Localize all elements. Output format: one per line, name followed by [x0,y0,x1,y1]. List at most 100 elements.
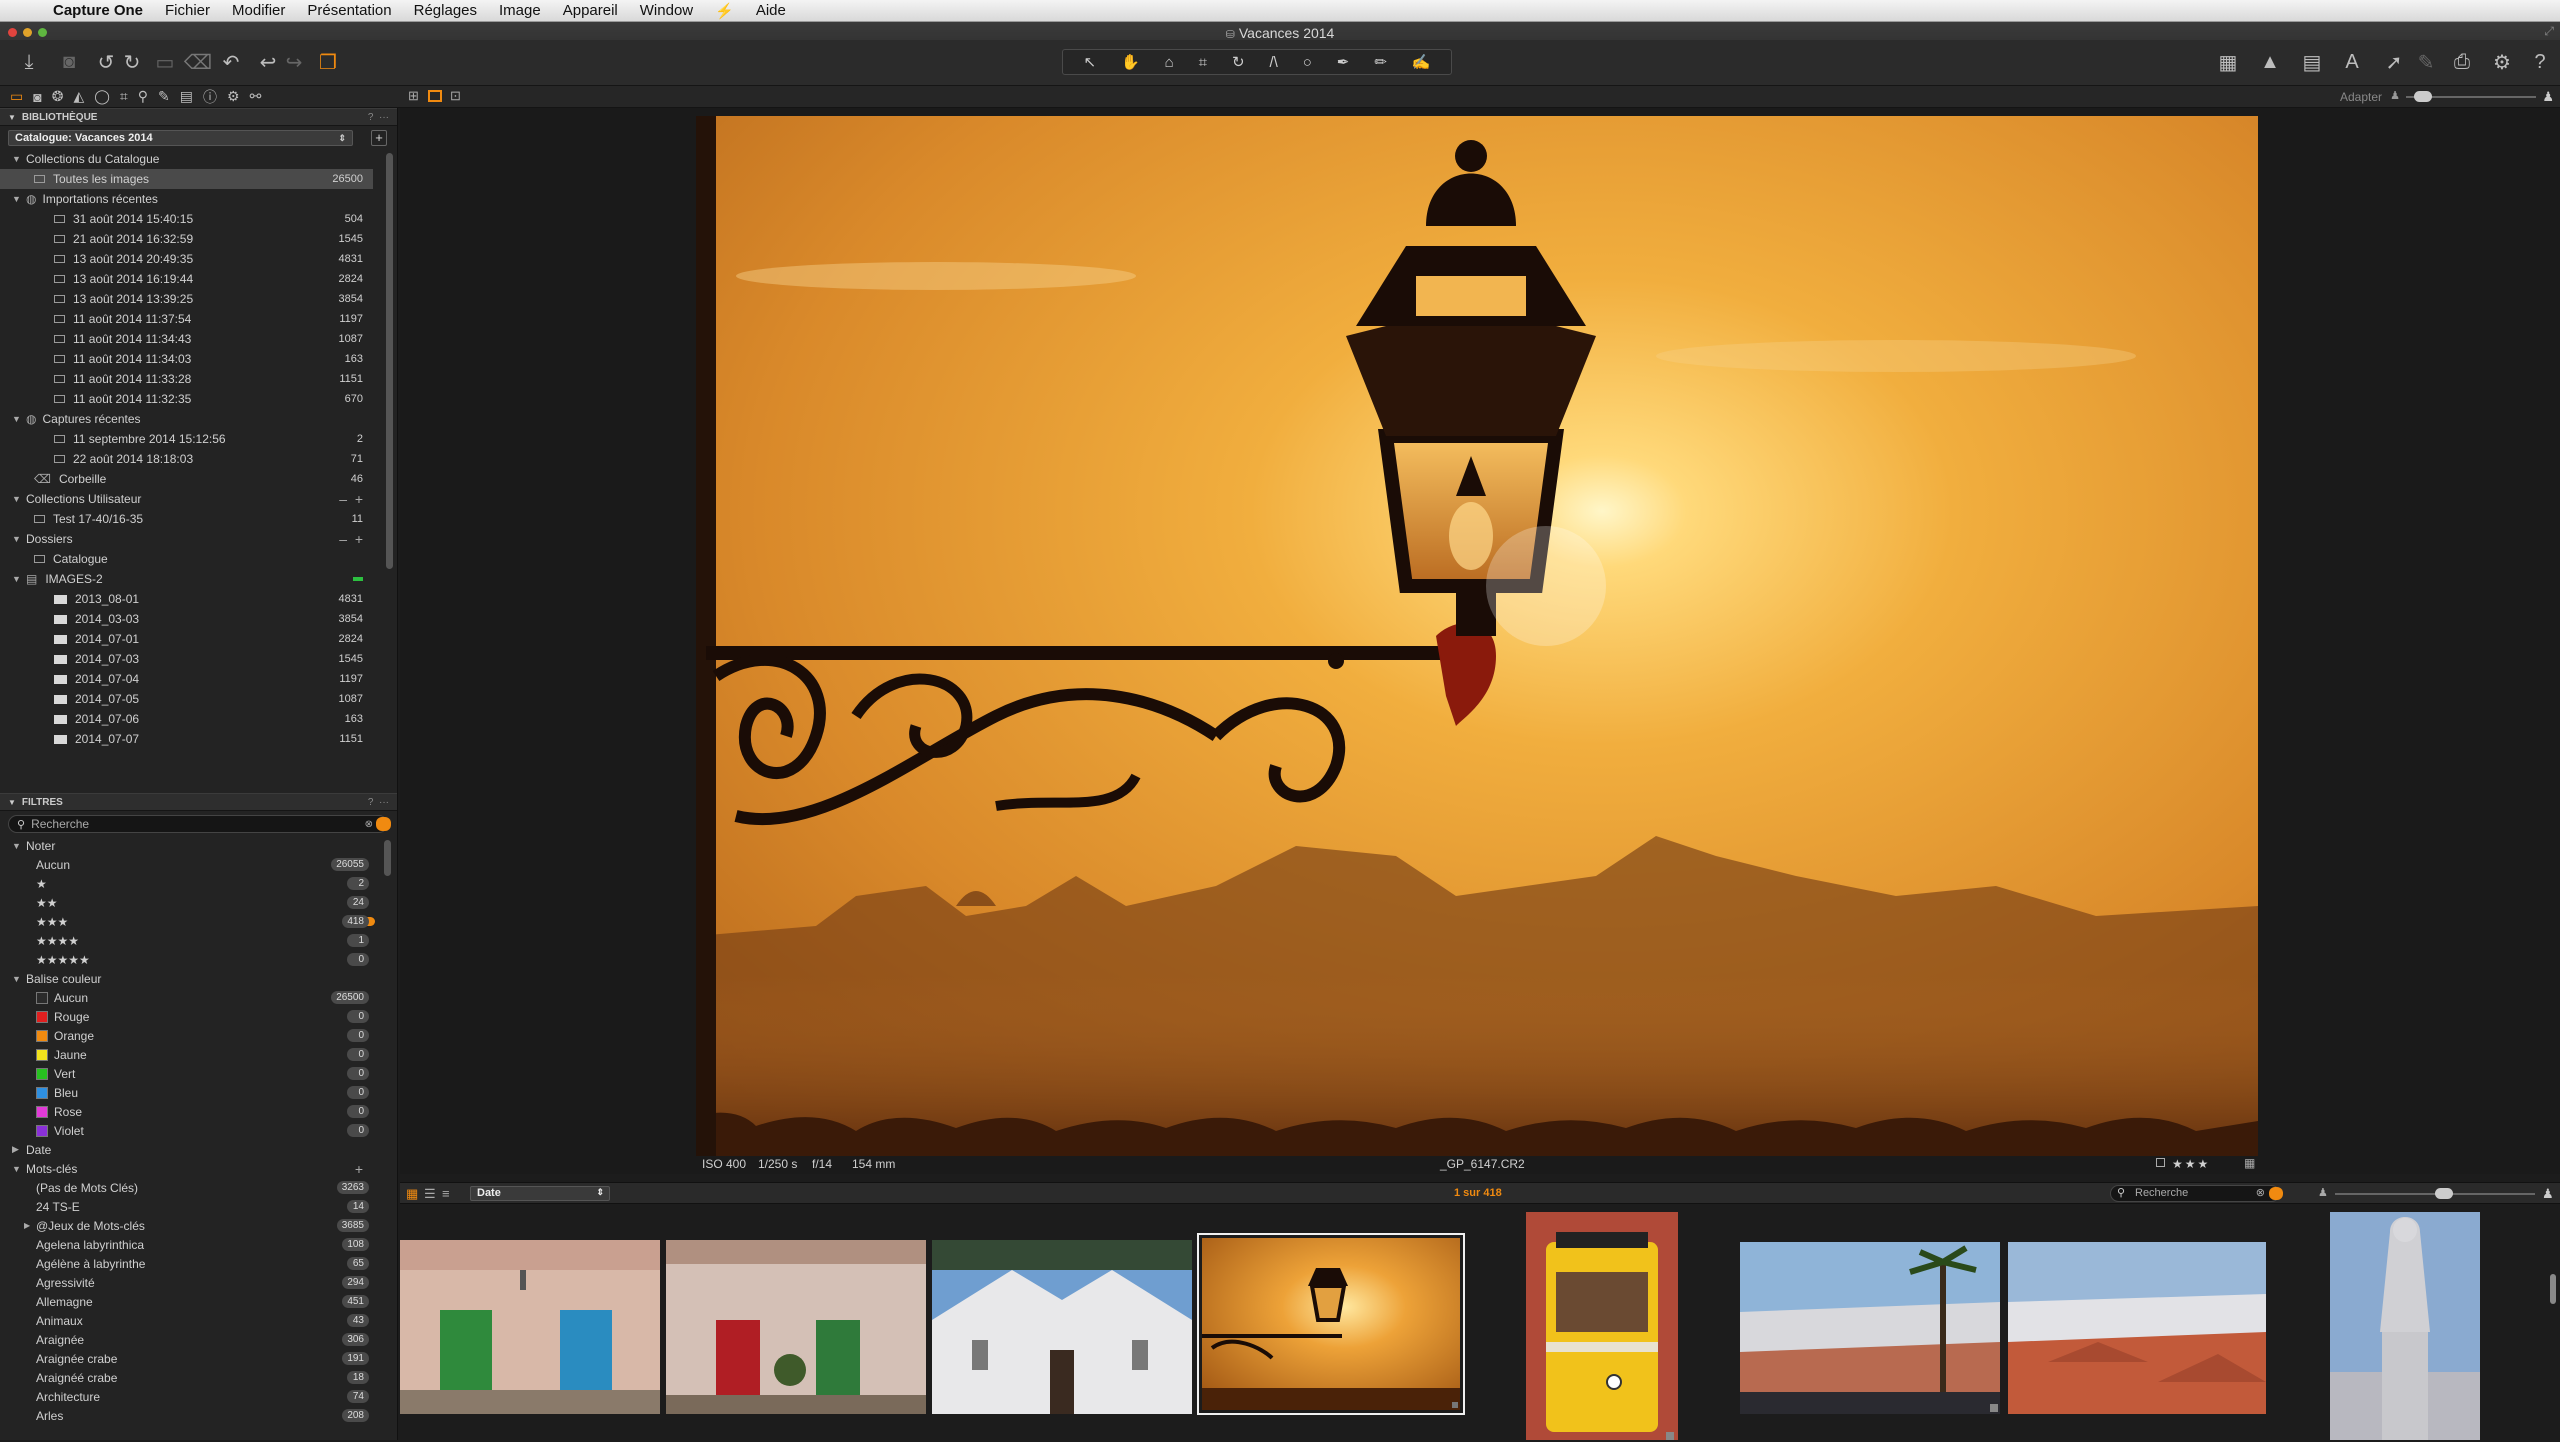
browser-list-icon[interactable]: ☰ [424,1186,436,1202]
thumbnail-church[interactable] [932,1240,1192,1414]
reset-icon[interactable]: ↶ [218,48,244,76]
rotate-right-icon[interactable]: ↻ [120,48,144,76]
thumbnail-size-slider[interactable] [2335,1188,2535,1199]
thumb-size-large-icon[interactable]: ♟ [2542,1186,2554,1202]
color-filter-item[interactable]: Aucun 26500 [0,988,397,1007]
menu-presentation[interactable]: Présentation [296,2,402,19]
keyword-filter-item[interactable]: Agressivité 294 [0,1273,397,1292]
thumbnail-houses-doors-2[interactable] [666,1240,926,1414]
filmstrip-scrollbar[interactable] [2550,1274,2556,1304]
star-rating[interactable]: ★★★ [2172,1157,2210,1171]
rating-filter-item[interactable]: ★★★★ 1 [0,931,397,950]
filter-search-input[interactable]: ⚲ Recherche ⊗ [8,815,391,833]
color-filter-item[interactable]: Rose 0 [0,1102,397,1121]
color-filter-item[interactable]: Vert 0 [0,1064,397,1083]
trash-icon[interactable]: ⌫ [184,48,212,76]
thumbnail-lisbon-view-palm[interactable] [1740,1242,2000,1414]
select-cursor-icon[interactable]: ↖ [1083,53,1096,71]
keyword-filter-item[interactable]: Araignée 306 [0,1330,397,1349]
settings-gear-icon[interactable]: ⚙ [2488,48,2516,76]
keyword-filter-item[interactable]: Araignéé crabe 18 [0,1368,397,1387]
local-adjust-tab-icon[interactable]: ✎ [158,88,170,105]
keyword-filter-item[interactable]: (Pas de Mots Clés) 3263 [0,1178,397,1197]
batch-tab-icon[interactable]: ⚯ [250,88,262,105]
fit-label[interactable]: Adapter [2340,90,2382,104]
keyword-filter-item[interactable]: 24 TS-E 14 [0,1197,397,1216]
edit-with-icon[interactable]: ✎ [2414,48,2438,76]
import-icon[interactable]: ⤓ [16,48,42,76]
zoom-out-icon[interactable]: ♟ [2390,89,2400,102]
import-item[interactable]: 31 août 2014 15:40:15 504 [0,209,397,229]
color-filter-item[interactable]: Rouge 0 [0,1007,397,1026]
rating-filter-item[interactable]: Aucun 26055 [0,855,397,874]
folders-actions[interactable]: – + [339,531,363,547]
annotate-cursor-icon[interactable]: ✍ [1412,53,1431,71]
add-keyword-button[interactable]: + [355,1161,363,1177]
grid-view-icon[interactable]: ⊞ [408,88,419,104]
recent-captures-group[interactable]: ▼ ◍ Captures récentes [0,409,397,429]
color-tab-icon[interactable]: ❂ [52,88,64,105]
zoom-in-icon[interactable]: ♟ [2542,89,2554,105]
rating-filter-item[interactable]: ★ 2 [0,874,397,893]
color-tag-box[interactable] [2156,1158,2165,1167]
folder-item[interactable]: 2014_07-01 2824 [0,629,397,649]
help-icon[interactable]: ? [2526,48,2554,76]
folders-group[interactable]: ▼ Dossiers – + [0,529,397,549]
keyword-filter-item[interactable]: Araignée crabe 191 [0,1349,397,1368]
user-collections-group[interactable]: ▼ Collections Utilisateur – + [0,489,397,509]
browser-filter-icon[interactable] [2269,1187,2283,1200]
menu-modifier[interactable]: Modifier [221,2,296,19]
exposure-warning-icon[interactable]: ▲ [2256,48,2284,76]
single-view-icon[interactable] [428,90,442,102]
trash-item[interactable]: ⌫ Corbeille 46 [0,469,397,489]
library-header[interactable]: ▼ BIBLIOTHÈQUE? ··· [0,108,397,126]
import-item[interactable]: 13 août 2014 13:39:25 3854 [0,289,397,309]
menu-reglages[interactable]: Réglages [403,2,488,19]
import-item[interactable]: 13 août 2014 20:49:35 4831 [0,249,397,269]
volume-item[interactable]: ▼ ▤ IMAGES-2 [0,569,397,589]
main-photo[interactable] [696,116,2258,1156]
output-tab-icon[interactable]: ⚙ [227,88,240,105]
thumbnail-yellow-tram[interactable] [1526,1212,1678,1440]
capture-item[interactable]: 11 septembre 2014 15:12:56 2 [0,429,397,449]
sort-select[interactable]: Date ⇕ [470,1186,610,1201]
browser-grid-icon[interactable]: ▦ [406,1186,418,1202]
browser-search-input[interactable]: ⚲ Recherche ⊗ [2110,1185,2283,1202]
workspace-icon[interactable]: ▦ [2214,48,2242,76]
import-item[interactable]: 11 août 2014 11:34:43 1087 [0,329,397,349]
user-collections-actions[interactable]: – + [339,491,363,507]
rating-group[interactable]: ▼ Noter [0,836,397,855]
catalog-selector[interactable]: Catalogue: Vacances 2014 ⇕ [8,130,353,146]
catalog-collections-group[interactable]: ▼ Collections du Catalogue [0,149,397,169]
filter-options-icon[interactable] [376,817,391,831]
thumbnail-lisbon-rooftops[interactable] [2008,1242,2266,1414]
filters-header[interactable]: ▼ FILTRES? ··· [0,793,397,811]
import-item[interactable]: 11 août 2014 11:34:03 163 [0,349,397,369]
details-tab-icon[interactable]: ⚲ [138,88,148,105]
folder-item[interactable]: 2014_07-04 1197 [0,669,397,689]
keyword-filter-item[interactable]: Allemagne 451 [0,1292,397,1311]
import-item[interactable]: 11 août 2014 11:33:28 1151 [0,369,397,389]
menu-aide[interactable]: Aide [745,2,797,19]
import-item[interactable]: 21 août 2014 16:32:59 1545 [0,229,397,249]
keyword-filter-item[interactable]: Agélène à labyrinthe 65 [0,1254,397,1273]
folder-item[interactable]: 2014_07-07 1151 [0,729,397,749]
grid-icon[interactable]: ▤ [2298,48,2326,76]
keyword-filter-item[interactable]: Agelena labyrinthica 108 [0,1235,397,1254]
rotate-left-icon[interactable]: ↺ [94,48,118,76]
fullscreen-icon[interactable]: ⤢ [2544,24,2554,39]
rating-filter-item[interactable]: ★★ 24 [0,893,397,912]
thumbnail-houses-doors[interactable] [400,1240,660,1414]
keyword-filter-item[interactable]: Architecture 74 [0,1387,397,1406]
zoom-slider[interactable] [2406,91,2536,102]
undo-icon[interactable]: ↩ [256,48,280,76]
thumbnail-street-lamp[interactable] [1197,1233,1465,1415]
app-menu[interactable]: Capture One [42,2,154,19]
rating-filter-item[interactable]: ★★★ 418 [0,912,397,931]
color-filter-item[interactable]: Bleu 0 [0,1083,397,1102]
loupe-cursor-icon[interactable]: ⌂ [1165,54,1174,71]
text-overlay-icon[interactable]: A [2338,48,2366,76]
composition-tab-icon[interactable]: ⌗ [120,88,128,105]
move-to-folder-icon[interactable]: ▭ [152,48,178,76]
lens-tab-icon[interactable]: ◯ [94,88,110,105]
